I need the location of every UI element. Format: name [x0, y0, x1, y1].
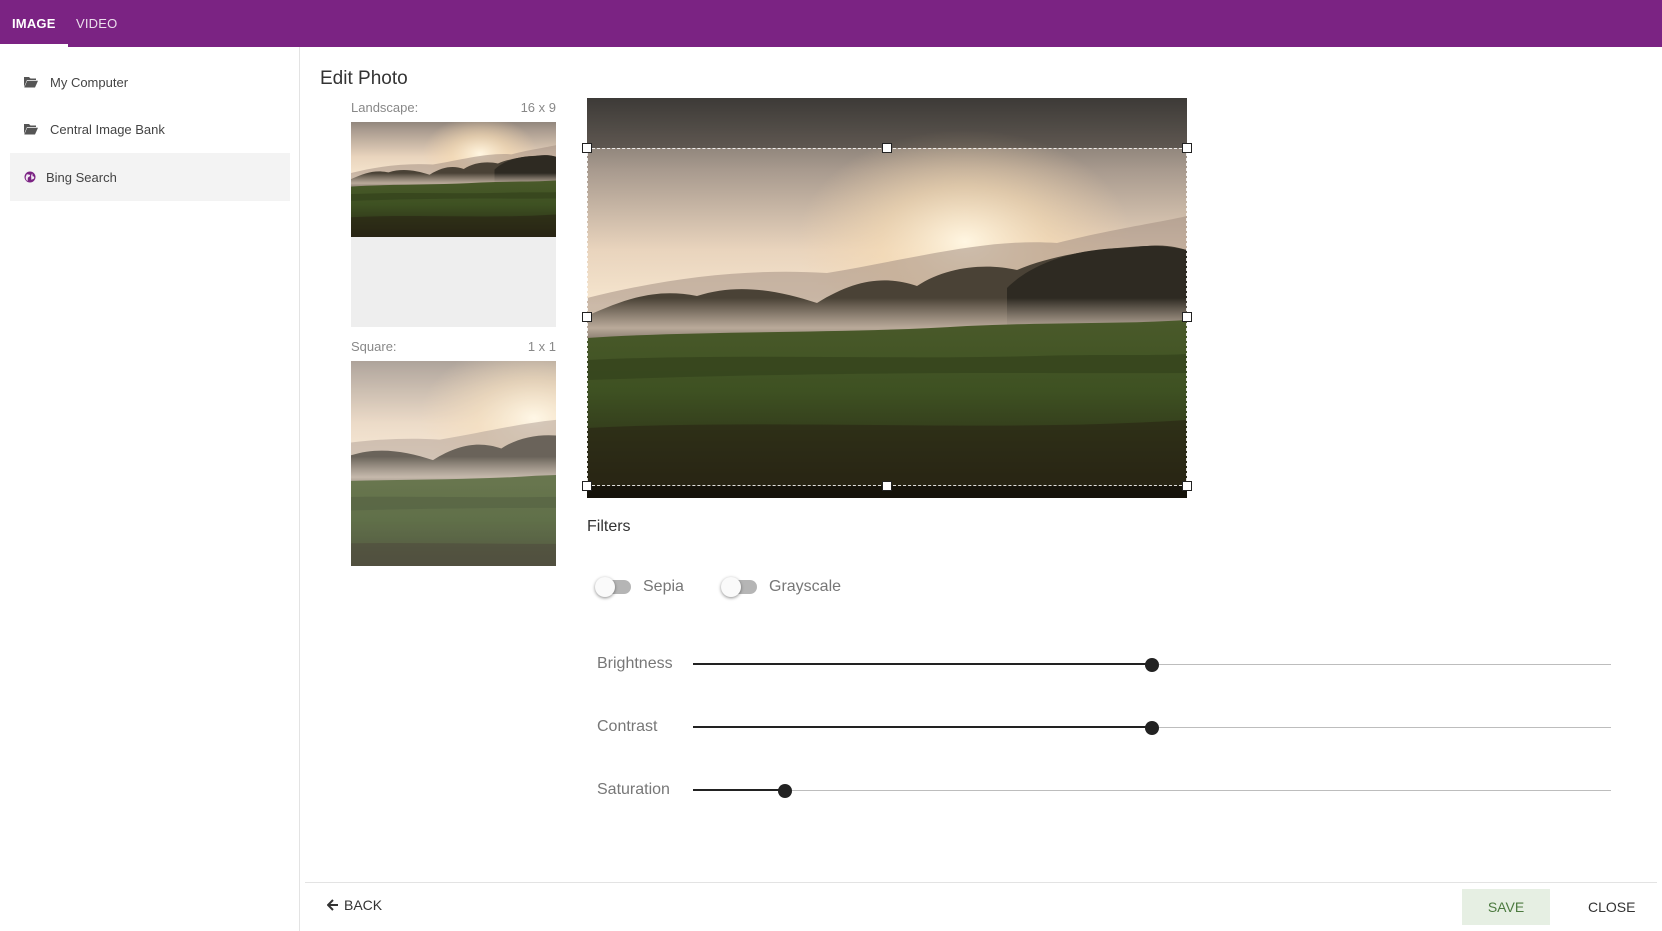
grayscale-toggle[interactable]: Grayscale [721, 577, 842, 597]
tab-video[interactable]: VIDEO [76, 0, 117, 47]
sepia-label: Sepia [643, 578, 684, 595]
contrast-label: Contrast [597, 718, 658, 735]
close-button[interactable]: CLOSE [1588, 899, 1635, 915]
crop-handle-top-left[interactable] [582, 143, 592, 153]
crop-handle-top[interactable] [882, 143, 892, 153]
tab-image[interactable]: IMAGE [0, 0, 68, 47]
filters-heading: Filters [587, 518, 631, 535]
saturation-label: Saturation [597, 781, 670, 798]
contrast-slider[interactable] [693, 718, 1611, 738]
landscape-crop-ratio: 16 x 9 [520, 100, 556, 115]
brightness-slider[interactable] [693, 655, 1611, 675]
slider-fill [693, 663, 1152, 665]
toggle-knob [595, 577, 615, 597]
slider-fill [693, 726, 1152, 728]
back-label: BACK [344, 897, 383, 913]
landscape-thumbnail-image [351, 122, 556, 237]
crop-handle-right[interactable] [1182, 312, 1192, 322]
sidebar-item-my-computer[interactable]: My Computer [10, 58, 290, 106]
toggle-knob [721, 577, 741, 597]
sidebar-item-bing-search[interactable]: Bing Search [10, 153, 290, 201]
sidebar-item-label: Central Image Bank [50, 121, 165, 137]
folder-open-icon [24, 124, 38, 135]
crop-handle-left[interactable] [582, 312, 592, 322]
crop-handle-bottom-left[interactable] [582, 481, 592, 491]
back-button[interactable]: BACK [327, 897, 382, 913]
landscape-crop-preview[interactable] [351, 122, 556, 327]
sidebar-item-label: Bing Search [46, 169, 117, 185]
brightness-label: Brightness [597, 655, 673, 672]
landscape-crop-label: Landscape: [351, 100, 419, 115]
crop-handle-top-right[interactable] [1182, 143, 1192, 153]
sepia-toggle[interactable]: Sepia [595, 577, 684, 597]
slider-rail [693, 790, 1611, 791]
crop-mask-top [587, 98, 1187, 148]
source-sidebar: My Computer Central Image Bank Bing Sear… [0, 47, 300, 931]
crop-handle-bottom-right[interactable] [1182, 481, 1192, 491]
arrow-left-icon [327, 899, 338, 911]
sidebar-item-label: My Computer [50, 74, 129, 90]
slider-thumb[interactable] [777, 784, 792, 798]
grayscale-label: Grayscale [769, 578, 842, 595]
toggle-track [721, 577, 757, 597]
edit-photo-canvas[interactable] [587, 98, 1187, 498]
toggle-track [595, 577, 631, 597]
slider-fill [693, 789, 785, 791]
footer-bar [305, 882, 1657, 931]
globe-icon [24, 171, 36, 183]
crop-handle-bottom[interactable] [882, 481, 892, 491]
top-bar: IMAGE VIDEO [0, 0, 1662, 47]
sidebar-item-central-image-bank[interactable]: Central Image Bank [10, 105, 290, 153]
square-crop-ratio: 1 x 1 [527, 339, 556, 354]
slider-thumb[interactable] [1145, 721, 1159, 735]
square-crop-preview[interactable] [351, 361, 556, 566]
square-crop-label: Square: [351, 339, 397, 354]
folder-open-icon [24, 77, 38, 88]
slider-thumb[interactable] [1145, 658, 1159, 672]
page-title: Edit Photo [320, 68, 408, 89]
save-button[interactable]: SAVE [1462, 889, 1550, 925]
saturation-slider[interactable] [693, 781, 1611, 801]
